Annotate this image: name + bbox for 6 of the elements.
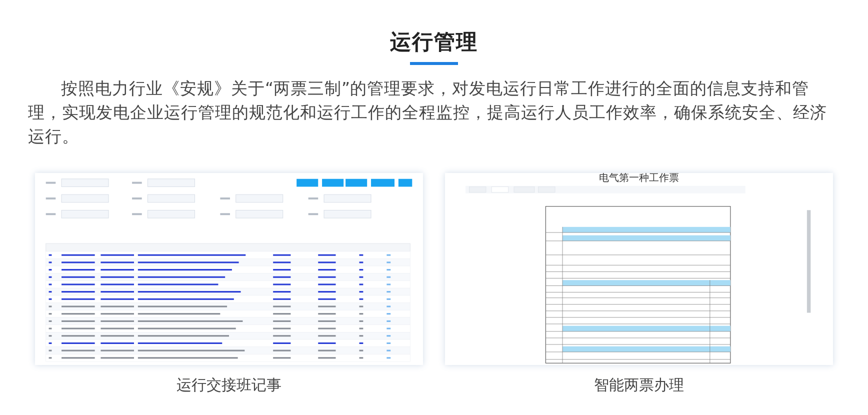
figure-caption: 智能两票办理: [594, 375, 684, 395]
title-underline: [410, 62, 458, 65]
figure-caption: 运行交接班记事: [176, 375, 282, 395]
ticket-title: 电气第一种工作票: [599, 174, 679, 184]
section-title: 运行管理: [390, 29, 478, 56]
intro-paragraph: 按照电力行业《安规》关于“两票三制”的管理要求，对发电运行日常工作进行的全面的信息支持和管理，实现发电企业运行管理的规范化和运行工作的全程监控，提高运行人员工作效率，确保系统安全、经济运行。: [28, 78, 828, 148]
